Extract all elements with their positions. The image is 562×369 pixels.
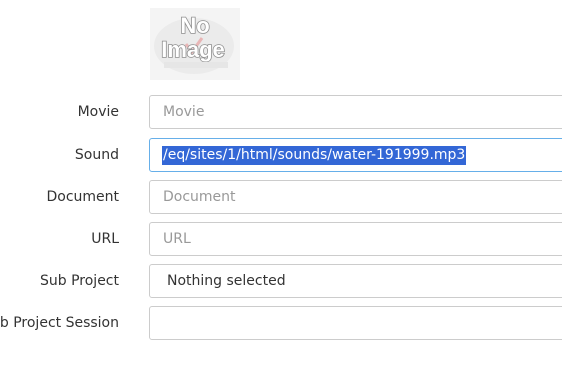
movie-placeholder: Movie — [163, 104, 205, 120]
sound-label: Sound — [74, 147, 119, 163]
no-image-line1: No — [180, 13, 209, 38]
document-row: Document Document — [0, 180, 562, 214]
sub-project-session-row: ub Project Session — [0, 306, 562, 340]
sub-project-label: Sub Project — [40, 273, 119, 289]
no-image-icon: No Image — [150, 8, 240, 80]
form-page: No Image Movie Movie Sound /eq/sites/1/h… — [0, 0, 562, 369]
sub-project-session-select[interactable] — [149, 306, 562, 340]
movie-input[interactable]: Movie — [149, 95, 562, 129]
url-row: URL URL — [0, 222, 562, 256]
document-label: Document — [46, 189, 119, 205]
url-placeholder: URL — [163, 231, 191, 247]
no-image-thumbnail: No Image — [150, 8, 240, 80]
sound-input[interactable]: /eq/sites/1/html/sounds/water-191999.mp3 — [149, 138, 562, 172]
sub-project-select[interactable]: Nothing selected — [149, 264, 562, 298]
sub-project-row: Sub Project Nothing selected — [0, 264, 562, 298]
sound-value: /eq/sites/1/html/sounds/water-191999.mp3 — [162, 146, 467, 165]
document-placeholder: Document — [163, 189, 236, 205]
sub-project-session-label: ub Project Session — [0, 315, 119, 331]
url-input[interactable]: URL — [149, 222, 562, 256]
no-image-line2: Image — [161, 37, 225, 62]
url-label: URL — [91, 231, 119, 247]
sub-project-value: Nothing selected — [167, 273, 286, 289]
document-input[interactable]: Document — [149, 180, 562, 214]
sound-row: Sound /eq/sites/1/html/sounds/water-1919… — [0, 138, 562, 172]
movie-label: Movie — [77, 104, 119, 120]
movie-row: Movie Movie — [0, 95, 562, 129]
